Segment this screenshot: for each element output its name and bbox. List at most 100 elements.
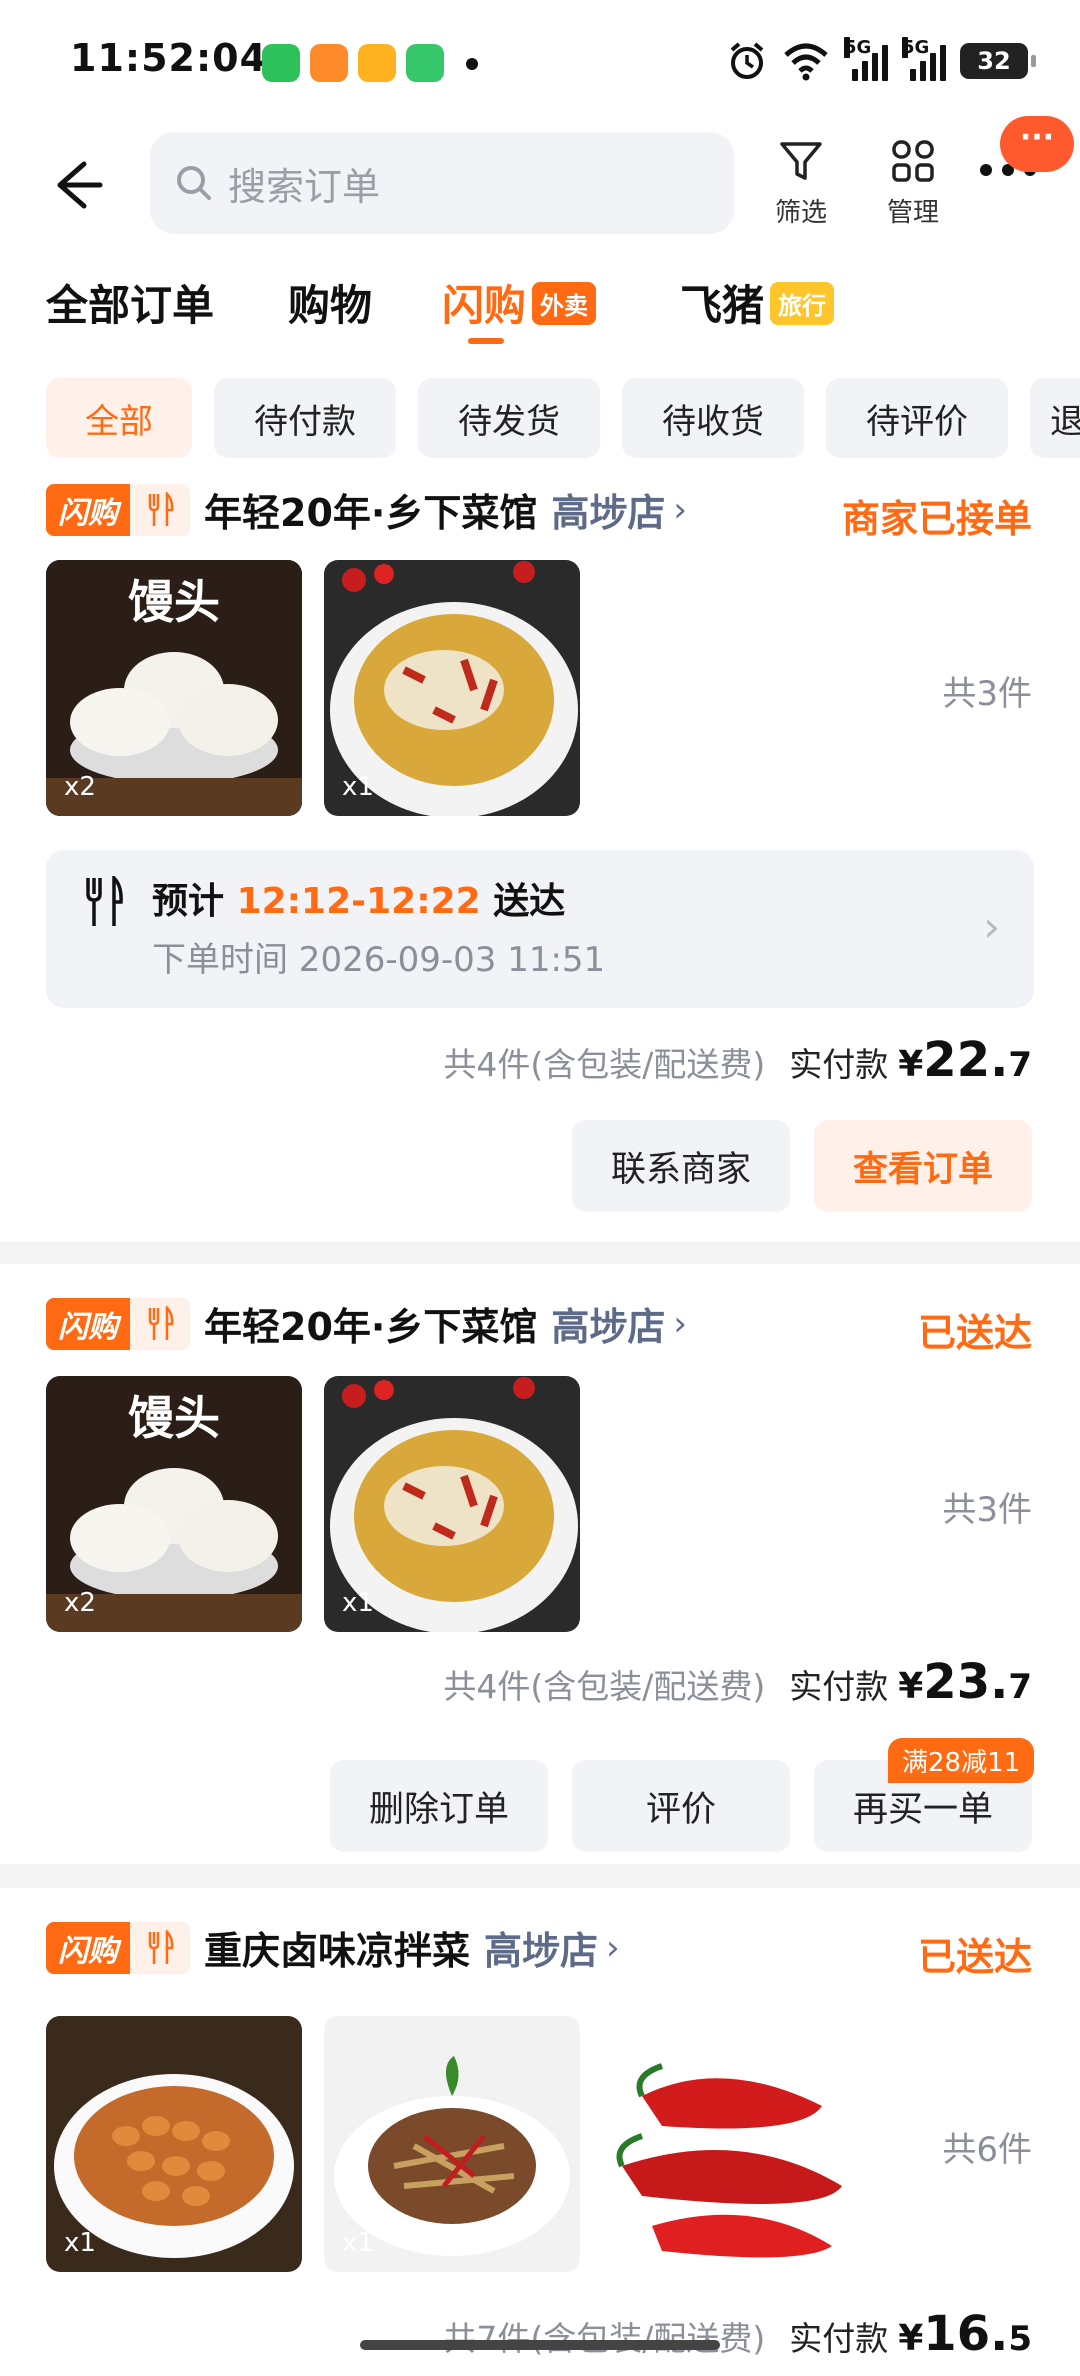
status-bar: 11:52:04 5G 5G 32 [0,0,1080,120]
filter-label: 筛选 [774,198,827,228]
active-tab-indicator [468,338,504,344]
shop-branch: 高埗店 [551,491,666,535]
category-tabs: 全部订单 购物 闪购 外卖 飞猪 旅行 [0,272,1080,352]
item-image[interactable]: x1 [602,2016,858,2272]
travel-tag: 旅行 [770,282,835,325]
eta-text: 预计 12:12-12:22 送达 [152,881,566,922]
review-button[interactable]: 评价 [572,1760,790,1852]
currency-symbol: ¥ [898,1666,924,1707]
shop-name: 重庆卤味凉拌菜 [204,1929,471,1973]
filter-all[interactable]: 全部 [46,378,192,458]
flash-buy-badge: 闪购 [46,1921,130,1974]
grid-icon [892,140,934,182]
shop-header[interactable]: 闪购 年轻20年·乡下菜馆 高埗店 › [46,1296,687,1351]
item-count: 共3件 [942,1490,1032,1530]
item-quantity: x1 [342,772,374,802]
search-input[interactable]: 搜索订单 [150,132,734,234]
filter-pending-shipment[interactable]: 待发货 [418,378,600,458]
order-summary: 共4件(含包装/配送费) 实付款 ¥ 23. 7 [443,1654,1032,1710]
item-image[interactable]: 馒头 x2 [46,1376,302,1632]
filter-pending-payment[interactable]: 待付款 [214,378,396,458]
filter-button[interactable]: 筛选 [756,138,846,229]
item-quantity: x1 [64,2228,96,2258]
signal-5g-icon: 5G [844,37,888,81]
delivery-estimate[interactable]: 预计 12:12-12:22 送达 下单时间 2026-09-03 11:51 … [46,850,1034,1008]
shop-header[interactable]: 闪购 重庆卤味凉拌菜 高埗店 › [46,1920,620,1975]
view-order-button[interactable]: 查看订单 [814,1120,1032,1212]
summary-text: 共7件(含包装/配送费) [443,2319,766,2358]
currency-symbol: ¥ [898,1044,924,1085]
chevron-right-icon: › [606,1927,620,1968]
item-quantity: x1 [342,1588,374,1618]
order-time: 下单时间 2026-09-03 11:51 [152,940,606,980]
item-image[interactable]: 馒头 x2 [46,560,302,816]
pay-label: 实付款 [789,1045,889,1084]
notification-icons [262,44,444,82]
price-decimal: 7 [1008,1045,1032,1085]
shop-branch: 高埗店 [551,1305,666,1349]
message-bubble[interactable]: ··· [1000,116,1074,172]
item-quantity: x2 [64,1588,96,1618]
filter-refund[interactable]: 退 [1030,378,1080,458]
tab-fliggy[interactable]: 飞猪 旅行 [680,272,835,333]
eta-time: 12:12-12:22 [236,881,481,922]
promo-badge: 满28减11 [888,1738,1035,1783]
manage-button[interactable]: 管理 [868,138,958,229]
price-decimal: 7 [1008,1667,1032,1707]
item-count: 共6件 [942,2130,1032,2170]
order-card[interactable]: 闪购 重庆卤味凉拌菜 高埗店 › 已送达 x1 x1 x1 共6件 共7件(含包… [0,1888,1080,2376]
item-image[interactable]: x1 [324,1376,580,1632]
chevron-right-icon: › [673,1303,687,1344]
item-image[interactable]: x1 [46,2016,302,2272]
wechat-icon [262,44,300,82]
signal-5g-icon-2: 5G [902,37,946,81]
message-icon [406,44,444,82]
pay-label: 实付款 [789,2319,889,2358]
order-summary: 共4件(含包装/配送费) 实付款 ¥ 22. 7 [443,1032,1032,1088]
flash-buy-badge: 闪购 [46,483,130,536]
more-notifications-dot [466,58,478,70]
order-card[interactable]: 闪购 年轻20年·乡下菜馆 高埗店 › 已送达 馒头 x2 x1 共3件 共4件… [0,1264,1080,1864]
order-card[interactable]: 闪购 年轻20年·乡下菜馆 高埗店 › 商家已接单 馒头 x2 x1 共3件 预… [0,472,1080,1242]
filter-icon [780,142,822,180]
tab-shopping[interactable]: 购物 [288,272,372,333]
app-notification-icon [310,44,348,82]
price-decimal: 5 [1008,2319,1032,2359]
home-indicator[interactable] [360,2340,720,2350]
flash-buy-badge: 闪购 [46,1297,130,1350]
chevron-right-icon: › [983,902,1000,951]
top-area: 11:52:04 5G 5G 32 搜索订单 筛选 管理 ··· 全部订单 购物… [0,0,1080,480]
back-arrow-icon[interactable] [40,152,106,218]
pay-label: 实付款 [789,1667,889,1706]
system-icons: 5G 5G 32 [726,37,1036,82]
manage-label: 管理 [886,198,939,228]
battery-icon: 32 [960,43,1036,79]
price-integer: 16. [923,2306,1009,2362]
delete-order-button[interactable]: 删除订单 [330,1760,548,1852]
fork-knife-icon [130,1921,190,1974]
order-status: 已送达 [917,1935,1032,1979]
shop-header[interactable]: 闪购 年轻20年·乡下菜馆 高埗店 › [46,482,687,537]
takeout-tag: 外卖 [532,282,597,325]
status-filters: 全部 待付款 待发货 待收货 待评价 退 [0,378,1080,458]
mail-icon [358,44,396,82]
item-quantity: x2 [64,772,96,802]
svg-text:馒头: 馒头 [128,1391,220,1445]
item-image[interactable]: x1 [324,2016,580,2272]
filter-pending-receipt[interactable]: 待收货 [622,378,804,458]
shop-name: 年轻20年·乡下菜馆 [204,491,538,535]
fork-knife-icon [130,483,190,536]
item-image[interactable]: x1 [324,560,580,816]
tab-all-orders[interactable]: 全部订单 [46,272,214,333]
fork-knife-icon [86,876,123,926]
filter-pending-review[interactable]: 待评价 [826,378,1008,458]
contact-merchant-button[interactable]: 联系商家 [572,1120,790,1212]
tab-flash-buy[interactable]: 闪购 外卖 [442,272,597,333]
price-integer: 23. [923,1654,1009,1710]
order-status: 商家已接单 [841,497,1032,541]
order-summary: 共7件(含包装/配送费) 实付款 ¥ 16. 5 [443,2306,1032,2362]
search-icon [177,166,211,200]
chevron-right-icon: › [673,489,687,530]
summary-text: 共4件(含包装/配送费) [443,1667,766,1706]
price-integer: 22. [923,1032,1009,1088]
